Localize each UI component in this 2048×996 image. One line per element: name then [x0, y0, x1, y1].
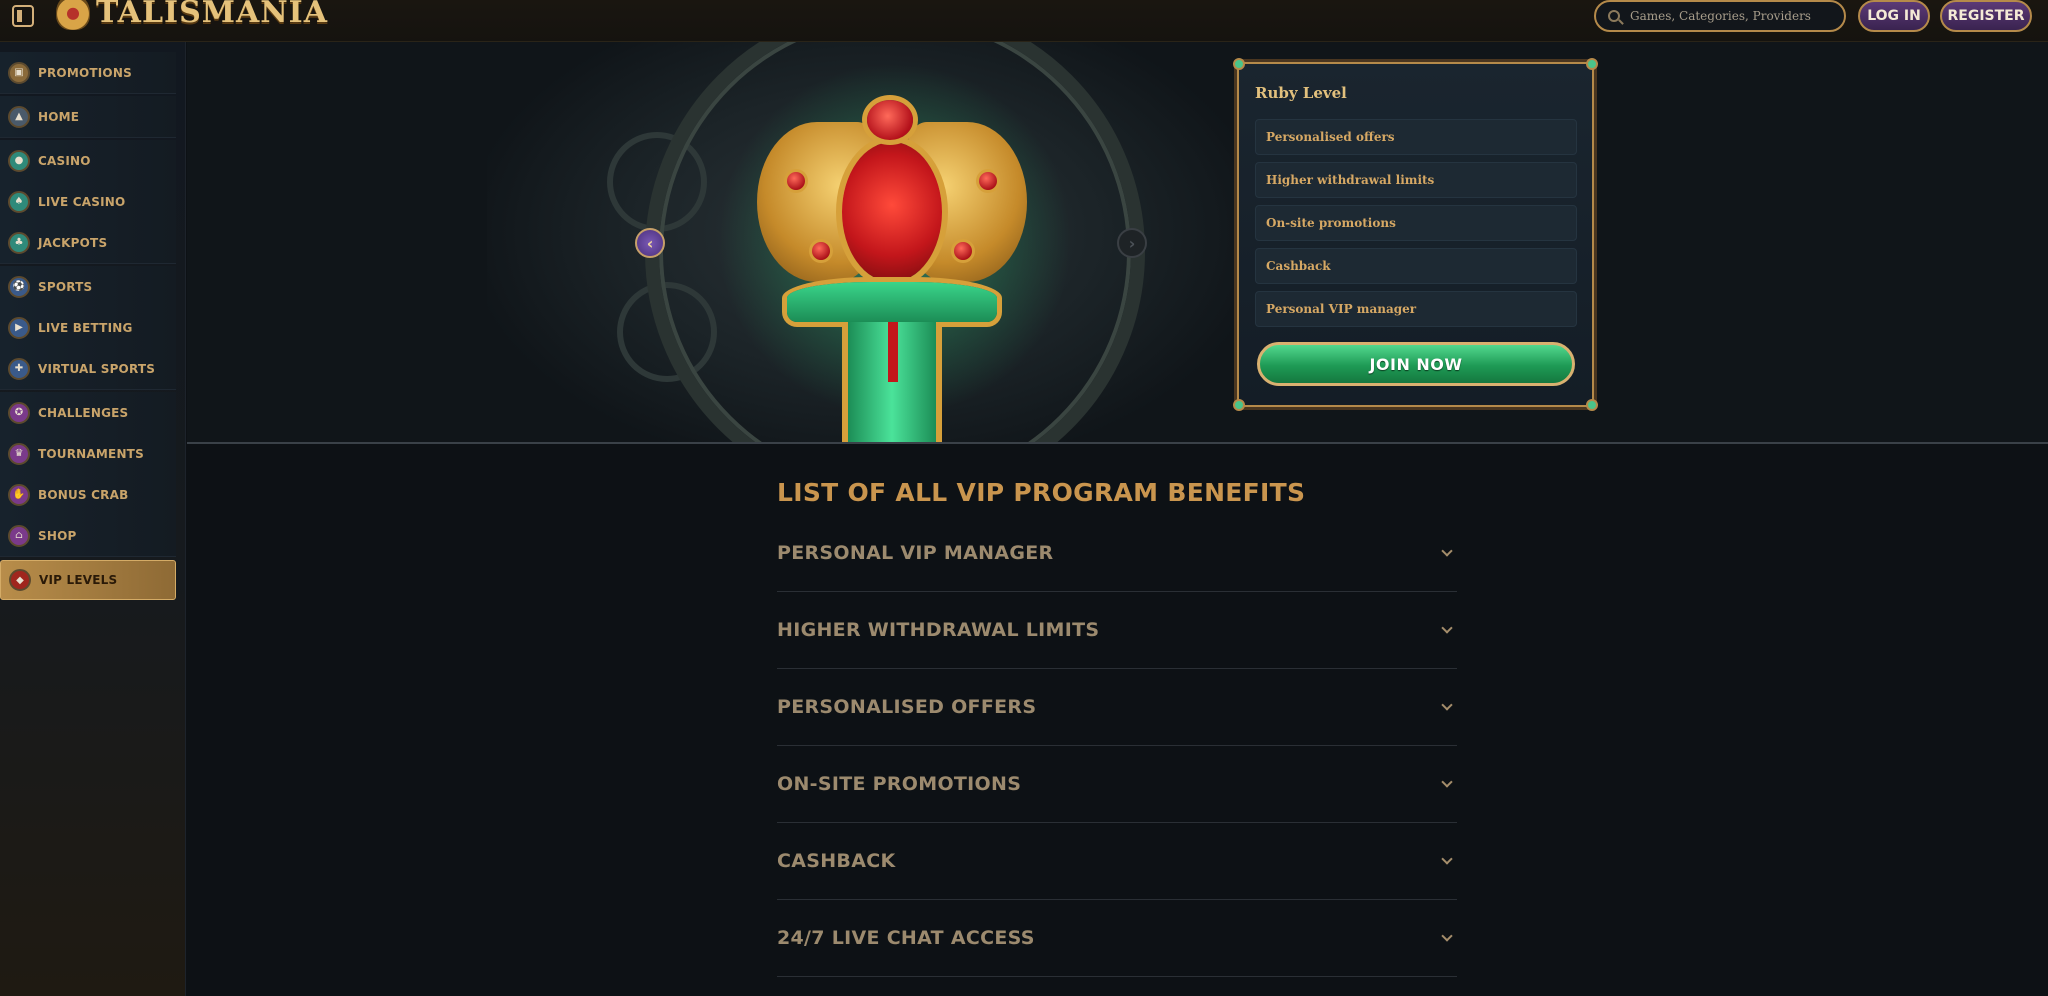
sidebar-item-promotions[interactable]: ▣ PROMOTIONS	[0, 52, 176, 94]
sidebar-item-label: CHALLENGES	[38, 405, 129, 420]
sidebar-item-label: TOURNAMENTS	[38, 446, 144, 461]
vip-benefit-row: Personalised offers	[1255, 119, 1577, 155]
brand-logo[interactable]: TALISMANIA	[56, 0, 328, 30]
section-title: LIST OF ALL VIP PROGRAM BENEFITS	[777, 478, 1306, 507]
chevron-down-icon	[1441, 622, 1453, 634]
accordion-item[interactable]: CASHBACK	[777, 823, 1457, 900]
chip-icon: ●	[8, 149, 30, 172]
vip-level-title: Ruby Level	[1255, 84, 1347, 102]
sidebar-item-live-casino[interactable]: ♠ LIVE CASINO	[0, 181, 176, 223]
vip-benefit-row: On-site promotions	[1255, 205, 1577, 241]
accordion-label: PERSONAL VIP MANAGER	[777, 542, 1054, 564]
sidebar-item-sports[interactable]: ⚽ SPORTS	[0, 266, 176, 308]
sidebar-item-label: LIVE CASINO	[38, 194, 126, 209]
sidebar-item-label: PROMOTIONS	[38, 65, 132, 80]
accordion-item[interactable]: PERSONAL VIP MANAGER	[777, 515, 1457, 592]
next-level-arrow-icon[interactable]: ›	[1117, 228, 1147, 258]
shop-icon: ⌂	[8, 524, 30, 547]
scarab-logo-icon	[56, 0, 90, 30]
sidebar-item-label: SPORTS	[38, 279, 93, 294]
card-corner-gem	[1586, 399, 1598, 411]
accordion-item[interactable]: HIGHER WITHDRAWAL LIMITS	[777, 592, 1457, 669]
accordion-label: HIGHER WITHDRAWAL LIMITS	[777, 619, 1100, 641]
sidebar-item-jackpots[interactable]: ♣ JACKPOTS	[0, 222, 176, 264]
clover-icon: ♣	[8, 231, 30, 254]
vip-level-card: Ruby Level Personalised offers Higher wi…	[1233, 58, 1598, 411]
sidebar-item-challenges[interactable]: ✪ CHALLENGES	[0, 392, 176, 434]
chevron-down-icon	[1441, 545, 1453, 557]
sidebar-item-label: HOME	[38, 109, 80, 124]
sidebar-toggle-icon[interactable]	[12, 5, 34, 27]
accordion-label: ON-SITE PROMOTIONS	[777, 773, 1022, 795]
chevron-down-icon	[1441, 776, 1453, 788]
chevron-down-icon	[1441, 699, 1453, 711]
card-corner-gem	[1233, 399, 1245, 411]
pedestal-illustration	[787, 282, 997, 442]
previous-level-arrow-icon[interactable]: ‹	[635, 228, 665, 258]
vip-benefits-section: LIST OF ALL VIP PROGRAM BENEFITS PERSONA…	[777, 478, 1457, 977]
register-button[interactable]: REGISTER	[1940, 0, 2032, 32]
medal-icon: ✪	[8, 401, 30, 424]
card-corner-gem	[1586, 58, 1598, 70]
sidebar-item-label: BONUS CRAB	[38, 487, 129, 502]
vip-benefit-row: Higher withdrawal limits	[1255, 162, 1577, 198]
chevron-down-icon	[1441, 853, 1453, 865]
trophy-icon: ♛	[8, 442, 30, 465]
pyramid-icon: ▲	[8, 105, 30, 128]
card-corner-gem	[1233, 58, 1245, 70]
sidebar-item-label: CASINO	[38, 153, 91, 168]
vip-benefit-row: Cashback	[1255, 248, 1577, 284]
sidebar-item-label: VIP LEVELS	[39, 573, 118, 587]
gift-icon: ▣	[8, 61, 30, 84]
vip-hero-banner: ‹ ›	[187, 42, 2048, 444]
accordion-label: 24/7 LIVE CHAT ACCESS	[777, 927, 1035, 949]
claw-icon: ✋	[8, 483, 30, 506]
search-input[interactable]	[1630, 9, 1830, 23]
spade-icon: ♠	[8, 190, 30, 213]
ball-icon: ⚽	[8, 275, 30, 298]
sidebar-item-label: JACKPOTS	[38, 235, 108, 250]
accordion-item[interactable]: ON-SITE PROMOTIONS	[777, 746, 1457, 823]
sidebar-item-virtual-sports[interactable]: ✚ VIRTUAL SPORTS	[0, 348, 176, 390]
accordion-label: PERSONALISED OFFERS	[777, 696, 1037, 718]
sidebar-item-home[interactable]: ▲ HOME	[0, 96, 176, 138]
sidebar-item-tournaments[interactable]: ♛ TOURNAMENTS	[0, 433, 176, 475]
tv-icon: ▶	[8, 316, 30, 339]
chevron-down-icon	[1441, 930, 1453, 942]
search-box[interactable]	[1594, 0, 1846, 32]
sidebar-item-vip-levels[interactable]: ◆ VIP LEVELS	[0, 560, 176, 600]
sidebar: ▣ PROMOTIONS ▲ HOME ● CASINO ♠ LIVE CASI…	[0, 42, 186, 996]
gamepad-icon: ✚	[8, 357, 30, 380]
sidebar-item-live-betting[interactable]: ▶ LIVE BETTING	[0, 307, 176, 349]
sidebar-item-bonus-crab[interactable]: ✋ BONUS CRAB	[0, 474, 176, 516]
sidebar-item-shop[interactable]: ⌂ SHOP	[0, 515, 176, 557]
sidebar-item-label: SHOP	[38, 528, 77, 543]
accordion-item[interactable]: PERSONALISED OFFERS	[777, 669, 1457, 746]
vip-benefit-row: Personal VIP manager	[1255, 291, 1577, 327]
accordion-item[interactable]: 24/7 LIVE CHAT ACCESS	[777, 900, 1457, 977]
diamond-icon: ◆	[9, 569, 31, 591]
brand-name: TALISMANIA	[96, 0, 328, 30]
join-now-button[interactable]: JOIN NOW	[1257, 342, 1575, 386]
sidebar-item-label: LIVE BETTING	[38, 320, 133, 335]
accordion-label: CASHBACK	[777, 850, 896, 872]
login-button[interactable]: LOG IN	[1858, 0, 1930, 32]
top-bar: TALISMANIA LOG IN REGISTER	[0, 0, 2048, 42]
search-icon	[1608, 10, 1620, 22]
sidebar-item-label: VIRTUAL SPORTS	[38, 361, 156, 376]
sidebar-item-casino[interactable]: ● CASINO	[0, 140, 176, 182]
